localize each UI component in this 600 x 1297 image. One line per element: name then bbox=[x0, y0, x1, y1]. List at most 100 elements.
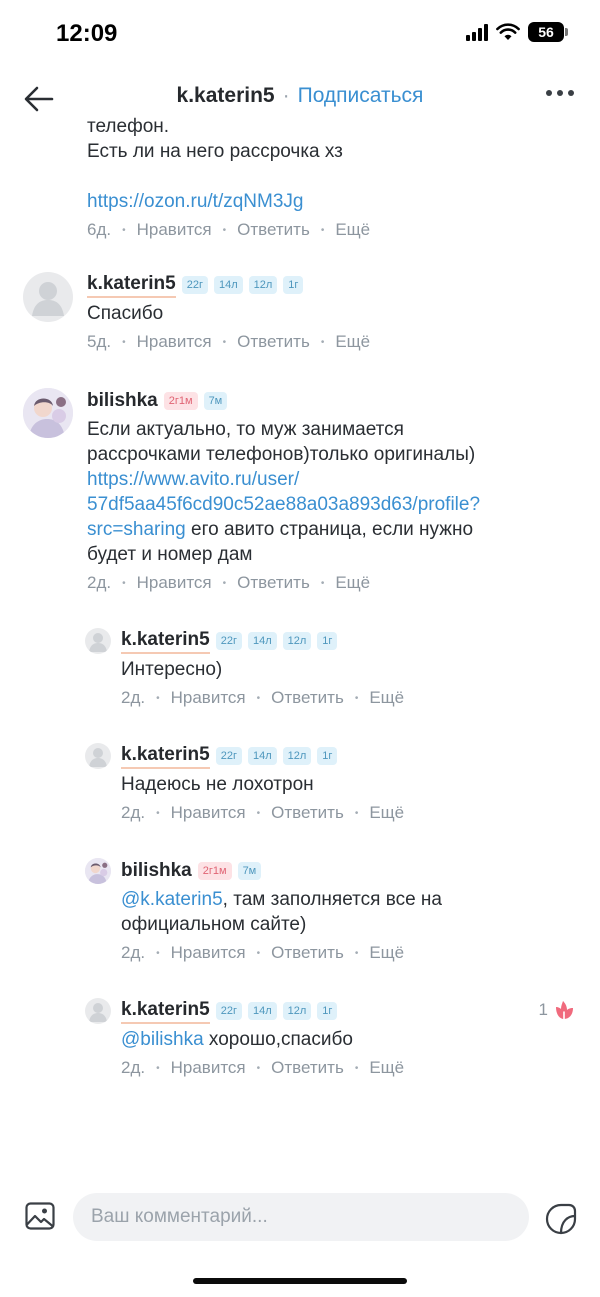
comment-author[interactable]: k.katerin5 bbox=[121, 629, 210, 654]
wifi-icon bbox=[496, 23, 520, 40]
avatar[interactable] bbox=[23, 388, 73, 438]
user-badge: 1г bbox=[317, 1002, 338, 1020]
reply-button[interactable]: Ответить bbox=[237, 220, 310, 240]
comment-link[interactable]: https://www.avito.ru/user/ bbox=[87, 467, 587, 492]
reply-button[interactable]: Ответить bbox=[237, 332, 310, 352]
avatar[interactable] bbox=[85, 628, 111, 654]
home-indicator bbox=[193, 1278, 407, 1284]
user-mention[interactable]: @bilishka bbox=[121, 1029, 204, 1050]
more-button[interactable]: Ещё bbox=[369, 688, 404, 708]
comment-actions: 2д. • Нравится • Ответить • Ещё bbox=[121, 688, 405, 708]
reply-button[interactable]: Ответить bbox=[271, 1058, 344, 1078]
comment-text-line: Есть ли на него рассрочка хз bbox=[87, 141, 343, 162]
comment-text: , там заполняется все на bbox=[222, 889, 442, 910]
like-button[interactable]: Нравится bbox=[171, 943, 246, 963]
comment-text: Спасибо bbox=[87, 303, 164, 324]
comment-time: 5д. bbox=[87, 332, 112, 351]
comment-composer bbox=[0, 1186, 600, 1252]
like-button[interactable]: Нравится bbox=[137, 332, 212, 352]
comment-text-line: будет и номер дам bbox=[87, 544, 253, 565]
user-badge: 14л bbox=[247, 747, 277, 765]
like-button[interactable]: Нравится bbox=[171, 688, 246, 708]
comment-actions: 5д. • Нравится • Ответить • Ещё bbox=[87, 332, 371, 352]
like-button[interactable]: Нравится bbox=[137, 220, 212, 240]
post-author[interactable]: k.katerin5 bbox=[177, 84, 275, 107]
user-mention[interactable]: @k.katerin5 bbox=[121, 889, 223, 910]
comment-time: 2д. bbox=[121, 943, 146, 962]
comment-actions: 2д. • Нравится • Ответить • Ещё bbox=[121, 943, 405, 963]
user-badge: 2г1м bbox=[163, 392, 198, 410]
more-button[interactable]: Ещё bbox=[369, 803, 404, 823]
image-attach-icon[interactable] bbox=[24, 1200, 56, 1232]
reply-button[interactable]: Ответить bbox=[271, 943, 344, 963]
default-avatar-icon bbox=[89, 748, 107, 767]
avatar[interactable] bbox=[85, 858, 111, 884]
user-badge: 1г bbox=[283, 276, 304, 294]
more-button[interactable]: Ещё bbox=[335, 573, 370, 593]
status-icons: 56 bbox=[466, 22, 568, 42]
user-badge: 12л bbox=[282, 1002, 312, 1020]
comment-time: 6д. bbox=[87, 220, 112, 239]
more-button[interactable]: Ещё bbox=[369, 943, 404, 963]
comment-time: 2д. bbox=[121, 803, 146, 822]
user-badge: 12л bbox=[282, 747, 312, 765]
comment-author[interactable]: bilishka bbox=[121, 860, 192, 882]
comment-author[interactable]: bilishka bbox=[87, 390, 158, 412]
avatar[interactable] bbox=[23, 272, 73, 322]
like-button[interactable]: Нравится bbox=[137, 573, 212, 593]
reply-button[interactable]: Ответить bbox=[271, 803, 344, 823]
comment-actions: 6д. • Нравится • Ответить • Ещё bbox=[87, 220, 371, 240]
comment-actions: 2д. • Нравится • Ответить • Ещё bbox=[121, 803, 405, 823]
like-button[interactable]: Нравится bbox=[171, 1058, 246, 1078]
comment-input[interactable] bbox=[73, 1193, 529, 1241]
more-button[interactable]: Ещё bbox=[335, 332, 370, 352]
more-button[interactable]: Ещё bbox=[335, 220, 370, 240]
user-badge: 22г bbox=[181, 276, 208, 294]
comment-header: k.katerin5 22г 14л 12л 1г bbox=[121, 998, 404, 1024]
sticker-icon[interactable] bbox=[544, 1202, 578, 1236]
comment-link[interactable]: src=sharing bbox=[87, 519, 186, 540]
comment-time: 2д. bbox=[121, 688, 146, 707]
user-badge: 7м bbox=[237, 862, 262, 880]
avatar[interactable] bbox=[85, 743, 111, 769]
more-button[interactable]: Ещё bbox=[369, 1058, 404, 1078]
user-badge: 22г bbox=[215, 747, 242, 765]
user-badge: 1г bbox=[317, 632, 338, 650]
reply-button[interactable]: Ответить bbox=[237, 573, 310, 593]
subscribe-button[interactable]: Подписаться bbox=[298, 84, 424, 107]
user-badge: 14л bbox=[247, 1002, 277, 1020]
default-avatar-icon bbox=[89, 1003, 107, 1022]
default-avatar-icon bbox=[32, 282, 64, 316]
user-badge: 22г bbox=[215, 1002, 242, 1020]
comment-link[interactable]: 57df5aa45f6cd90c52ae88a03a893d63/profile… bbox=[87, 492, 587, 517]
comment-author[interactable]: k.katerin5 bbox=[121, 744, 210, 769]
like-button[interactable]: Нравится bbox=[171, 803, 246, 823]
status-time: 12:09 bbox=[56, 20, 118, 47]
reply-button[interactable]: Ответить bbox=[271, 688, 344, 708]
user-photo-avatar bbox=[85, 858, 111, 884]
comment-text: хорошо,спасибо bbox=[203, 1029, 353, 1050]
tulip-like-icon bbox=[556, 1001, 573, 1020]
comment-author[interactable]: k.katerin5 bbox=[87, 273, 176, 298]
user-badge: 14л bbox=[247, 632, 277, 650]
user-badge: 12л bbox=[282, 632, 312, 650]
comment-text-line: Если актуально, то муж занимается bbox=[87, 419, 404, 440]
more-options-icon[interactable] bbox=[546, 90, 574, 96]
user-badge: 14л bbox=[213, 276, 243, 294]
comment-author[interactable]: k.katerin5 bbox=[121, 999, 210, 1024]
default-avatar-icon bbox=[89, 633, 107, 652]
user-badge: 2г1м bbox=[197, 862, 232, 880]
user-photo-avatar bbox=[23, 388, 73, 438]
comments-list: телефон. Есть ли на него рассрочка хз ht… bbox=[0, 116, 600, 1186]
comment-text: его авито страница, если нужно bbox=[185, 519, 474, 540]
avatar[interactable] bbox=[85, 998, 111, 1024]
comment-text-line: телефон. bbox=[87, 116, 170, 137]
comment-link[interactable]: https://ozon.ru/t/zqNM3Jg bbox=[87, 189, 370, 214]
comment-actions: 2д. • Нравится • Ответить • Ещё bbox=[87, 573, 371, 593]
cellular-signal-icon bbox=[466, 23, 488, 41]
comment-header: bilishka 2г1м 7м bbox=[87, 388, 587, 414]
battery-icon: 56 bbox=[528, 22, 568, 42]
like-indicator[interactable]: 1 bbox=[539, 998, 576, 1022]
comment-text-line: рассрочками телефонов)только оригиналы) bbox=[87, 444, 476, 465]
user-badge: 12л bbox=[248, 276, 278, 294]
